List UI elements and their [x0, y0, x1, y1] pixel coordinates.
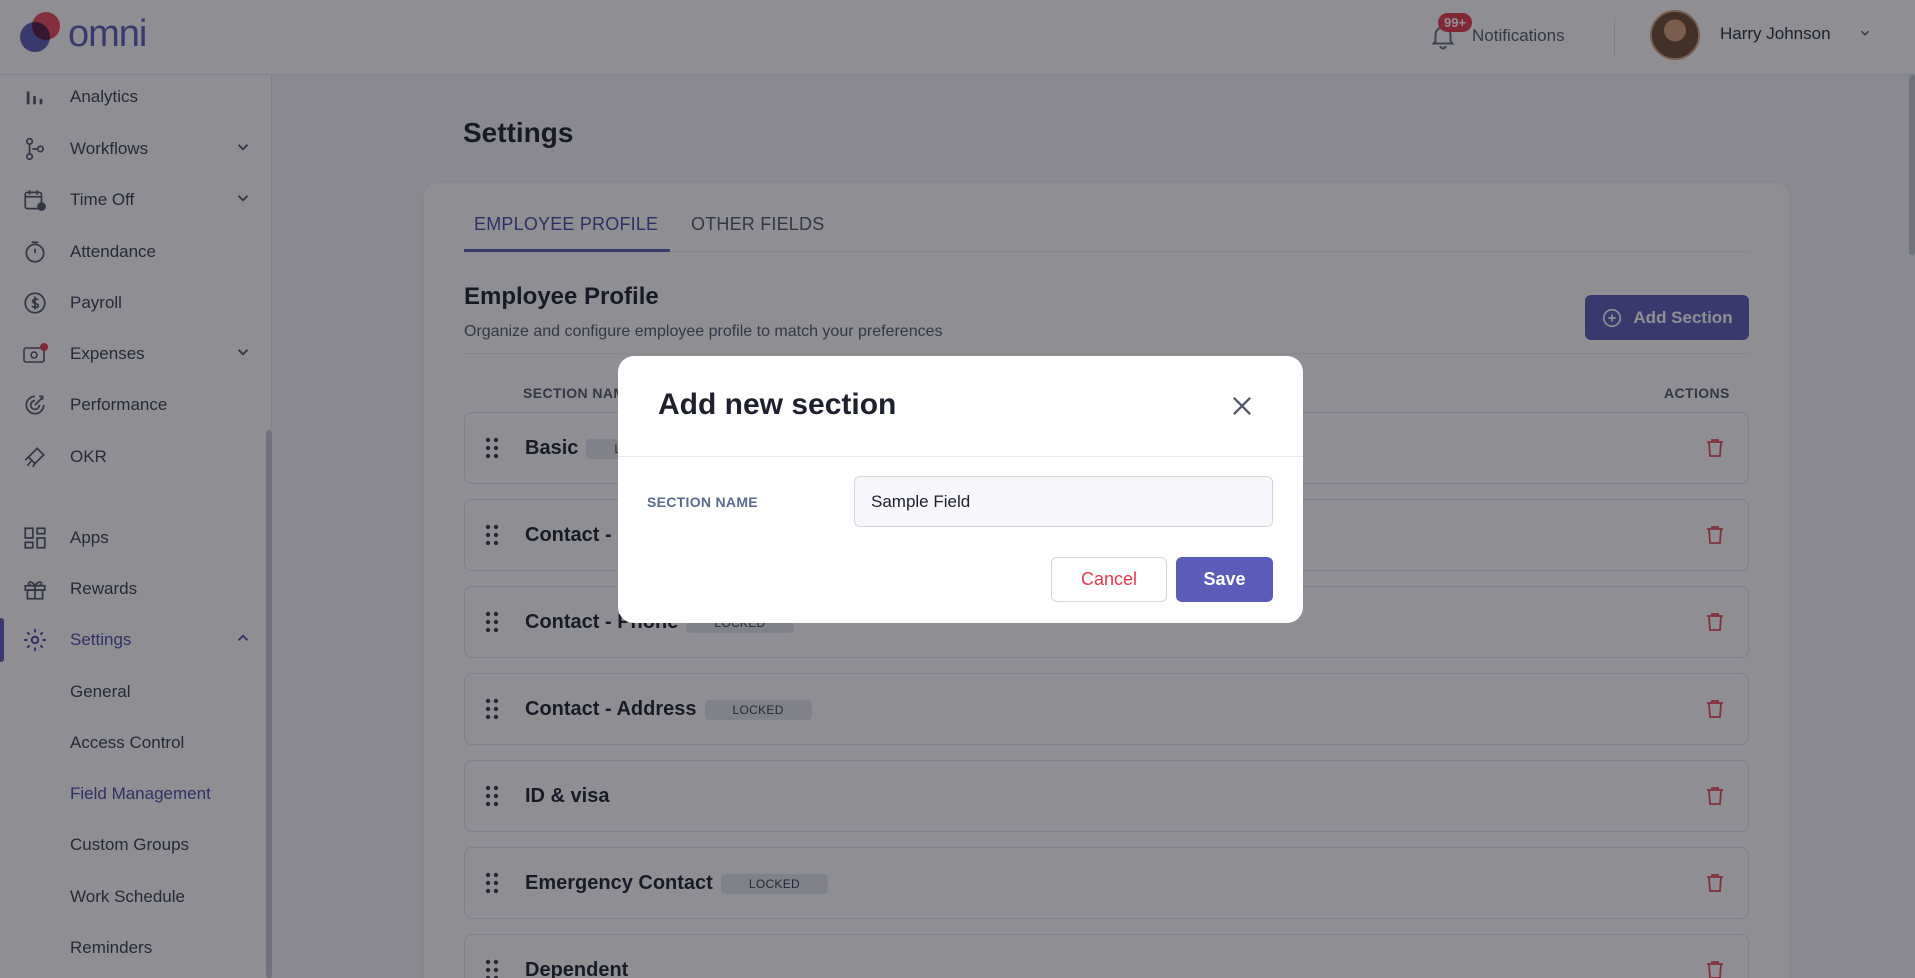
section-name-input[interactable]: [854, 476, 1273, 527]
close-icon[interactable]: [1228, 392, 1256, 420]
modal-title: Add new section: [658, 388, 897, 421]
section-name-label: SECTION NAME: [647, 494, 758, 510]
cancel-button[interactable]: Cancel: [1051, 557, 1167, 602]
save-button[interactable]: Save: [1176, 557, 1273, 602]
modal-divider: [618, 456, 1303, 457]
add-section-modal: Add new section SECTION NAME Cancel Save: [618, 356, 1303, 623]
